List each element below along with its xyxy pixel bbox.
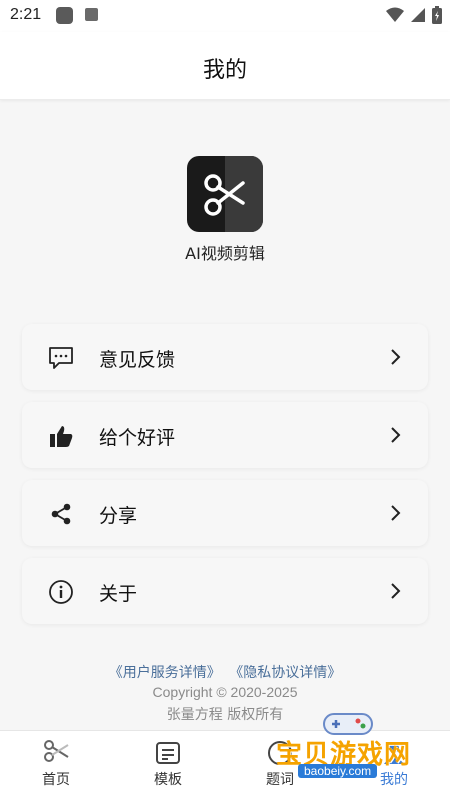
nav-label: 首页 — [42, 772, 70, 788]
nav-label: 模板 — [154, 772, 182, 788]
menu-label: 分享 — [99, 505, 138, 527]
watermark-url: baobeiy.com — [298, 764, 378, 778]
chevron-right-icon — [391, 583, 401, 599]
scissors-icon — [44, 740, 69, 762]
a-icon — [85, 8, 98, 21]
share-icon — [51, 503, 71, 525]
footer-links: 《用户服务详情》 《隐私协议详情》 — [0, 662, 450, 682]
menu-item-feedback[interactable]: 意见反馈 — [22, 324, 428, 390]
user-agreement-link[interactable]: 《用户服务详情》 — [109, 665, 221, 681]
battery-icon — [432, 6, 442, 24]
privacy-policy-link[interactable]: 《隐私协议详情》 — [229, 665, 341, 681]
app-notification-icon — [56, 7, 73, 24]
menu-label: 意见反馈 — [99, 349, 176, 371]
feedback-icon — [49, 347, 73, 369]
status-time: 2:21 — [10, 6, 42, 23]
copyright-text: Copyright © 2020-2025 — [152, 684, 298, 700]
menu-label: 关于 — [99, 583, 138, 605]
info-icon — [49, 580, 73, 604]
menu-label: 给个好评 — [99, 427, 176, 449]
nav-template[interactable]: 模板 — [138, 739, 198, 789]
menu-item-share[interactable]: 分享 — [22, 480, 428, 546]
app-name: AI视频剪辑 — [185, 244, 265, 263]
scissors-icon — [204, 174, 245, 216]
status-bar: 2:21 — [0, 0, 450, 32]
page-title: 我的 — [202, 58, 247, 83]
chevron-right-icon — [391, 505, 401, 521]
status-right-icons — [386, 6, 442, 24]
page-header: 我的 — [0, 32, 450, 100]
wifi-icon — [386, 7, 404, 22]
app-logo — [187, 156, 263, 232]
nav-home[interactable]: 首页 — [26, 739, 86, 789]
thumbs-up-icon — [50, 426, 73, 447]
chevron-right-icon — [391, 427, 401, 443]
menu-item-about[interactable]: 关于 — [22, 558, 428, 624]
menu-item-rate[interactable]: 给个好评 — [22, 402, 428, 468]
template-icon — [156, 742, 180, 764]
signal-icon — [411, 8, 425, 22]
chevron-right-icon — [391, 349, 401, 365]
watermark: 宝贝游戏网 baobeiy.com — [270, 708, 445, 788]
